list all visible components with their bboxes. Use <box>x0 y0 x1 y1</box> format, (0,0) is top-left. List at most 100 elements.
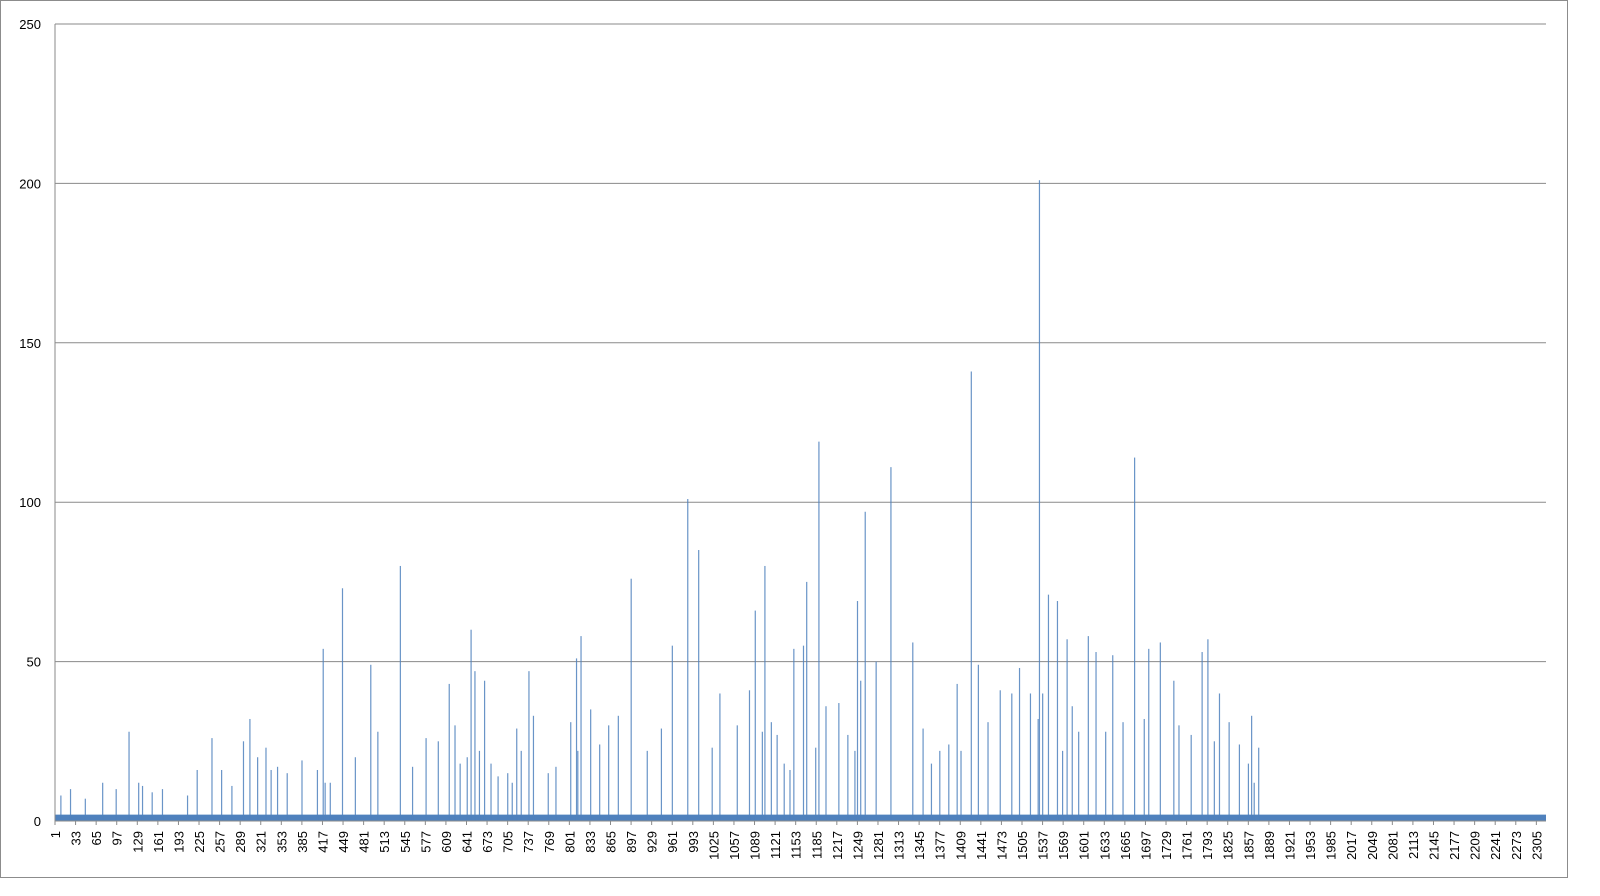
y-tick-label: 200 <box>19 176 41 191</box>
x-tick-label: 993 <box>686 831 701 853</box>
bar <box>483 680 486 821</box>
x-tick-label: 289 <box>233 831 248 853</box>
bar <box>1078 731 1080 821</box>
bar <box>1062 750 1064 821</box>
bar <box>1190 734 1192 821</box>
bar <box>719 693 721 821</box>
bar <box>1247 763 1250 821</box>
bar <box>265 747 267 821</box>
bar <box>1042 693 1044 821</box>
bar <box>1066 639 1068 821</box>
y-tick-label: 150 <box>19 336 41 351</box>
bar <box>1018 667 1021 821</box>
x-tick-label: 129 <box>130 831 145 853</box>
bar <box>532 715 535 821</box>
x-tick-label: 1953 <box>1303 831 1318 860</box>
x-tick-label: 1313 <box>892 831 907 860</box>
x-tick-label: 1601 <box>1077 831 1092 860</box>
y-tick-label: 100 <box>19 495 41 510</box>
bar <box>802 645 805 821</box>
bar <box>377 731 379 821</box>
bar <box>1134 457 1136 821</box>
bar <box>711 747 713 821</box>
x-tick-labels: 1 33 65 97 129 161 193 225 257 289 321 353 385 417 449… <box>48 821 1544 860</box>
bar <box>1122 722 1124 821</box>
x-tick-label: 1057 <box>727 831 742 860</box>
x-tick-label: 2305 <box>1529 831 1544 860</box>
bar <box>761 731 763 821</box>
x-tick-label: 1729 <box>1159 831 1174 860</box>
x-tick-label: 161 <box>151 831 166 853</box>
y-tick-label: 50 <box>27 655 41 670</box>
bar <box>1029 693 1032 821</box>
x-tick-label: 1377 <box>933 831 948 860</box>
x-tick-label: 1 <box>48 831 63 838</box>
x-tick-label: 33 <box>69 831 84 845</box>
bar <box>912 642 914 821</box>
x-tick-label: 1697 <box>1138 831 1153 860</box>
bar <box>1105 731 1107 821</box>
bar <box>856 601 859 821</box>
bar <box>1238 744 1241 821</box>
bar <box>511 782 513 821</box>
bar <box>617 715 619 821</box>
y-tick-labels: 0 50 100 150 200 250 <box>19 17 41 829</box>
bar <box>370 664 372 821</box>
gridlines <box>55 23 1546 663</box>
bar <box>999 690 1001 821</box>
bar <box>847 734 849 821</box>
bar <box>516 728 518 821</box>
bar <box>577 750 579 821</box>
x-tick-label: 769 <box>542 831 557 853</box>
bar <box>128 731 130 821</box>
bar <box>1148 648 1150 821</box>
bar <box>138 782 140 821</box>
bar <box>478 750 481 821</box>
bar-chart: 0 50 100 150 200 250 1 33 65 97 129 161 193 225 257 28… <box>19 17 1546 860</box>
bar <box>354 757 356 821</box>
bar <box>1011 693 1013 821</box>
x-tick-label: 257 <box>213 831 228 853</box>
bar <box>806 581 808 821</box>
x-tick-label: 1921 <box>1282 831 1297 860</box>
bar <box>316 769 319 821</box>
x-tick-label: 2241 <box>1488 831 1503 860</box>
y-tick-label: 0 <box>34 814 41 829</box>
bar <box>520 750 522 821</box>
bar <box>864 511 866 821</box>
bar <box>687 499 689 821</box>
x-tick-label: 577 <box>418 831 433 853</box>
bar <box>1143 718 1145 821</box>
bar <box>1228 722 1230 821</box>
bar <box>507 773 509 821</box>
bar <box>875 661 877 821</box>
bar <box>570 722 572 821</box>
bar <box>922 728 924 821</box>
x-tick-label: 545 <box>398 831 413 853</box>
bar <box>249 718 251 821</box>
bar <box>580 636 582 821</box>
bar <box>1251 715 1253 821</box>
bar <box>818 441 820 821</box>
bar <box>1056 601 1059 821</box>
bar <box>770 722 772 821</box>
bar <box>411 766 414 821</box>
baseline-band <box>55 814 1546 821</box>
x-tick-label: 385 <box>295 831 310 853</box>
x-tick-label: 481 <box>357 831 372 853</box>
bar <box>748 690 751 821</box>
bar <box>497 776 499 821</box>
bar <box>1218 693 1221 821</box>
x-tick-label: 2081 <box>1385 831 1400 860</box>
bar <box>186 795 189 821</box>
bar <box>276 766 279 821</box>
bar <box>1087 636 1089 821</box>
x-tick-label: 2177 <box>1447 831 1462 860</box>
x-tick-label: 1889 <box>1262 831 1277 860</box>
bar <box>329 782 331 821</box>
bar <box>1178 725 1180 821</box>
bar <box>646 750 648 821</box>
bar <box>1207 639 1209 821</box>
bar <box>736 725 738 821</box>
chart-frame: 0 50 100 150 200 250 1 33 65 97 129 161 193 225 257 28… <box>0 0 1568 878</box>
